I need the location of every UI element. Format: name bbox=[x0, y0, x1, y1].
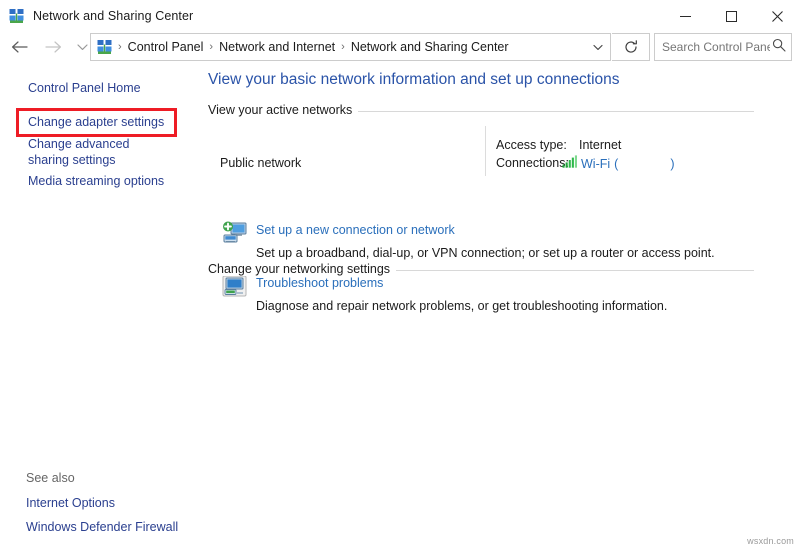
sidebar-item-internet-options[interactable]: Internet Options bbox=[26, 495, 115, 511]
window-controls bbox=[662, 0, 800, 32]
recent-locations-icon[interactable] bbox=[73, 35, 91, 59]
search-box[interactable] bbox=[654, 33, 792, 61]
breadcrumb-item-network-and-sharing-center[interactable]: Network and Sharing Center bbox=[347, 40, 513, 54]
title-bar: Network and Sharing Center bbox=[0, 0, 800, 32]
breadcrumb-separator: › bbox=[339, 41, 347, 53]
network-icon bbox=[9, 8, 25, 24]
access-type-label: Access type: bbox=[496, 138, 567, 152]
window-title: Network and Sharing Center bbox=[33, 9, 193, 23]
sidebar-item-windows-defender-firewall[interactable]: Windows Defender Firewall bbox=[26, 519, 178, 535]
breadcrumb-separator: › bbox=[207, 41, 215, 53]
troubleshoot-problems-link[interactable]: Troubleshoot problems bbox=[256, 276, 383, 290]
sidebar-item-change-adapter-settings[interactable]: Change adapter settings bbox=[28, 114, 164, 130]
chevron-down-icon[interactable] bbox=[585, 34, 610, 60]
refresh-button[interactable] bbox=[612, 33, 650, 61]
sidebar-item-media-streaming-options[interactable]: Media streaming options bbox=[28, 173, 164, 189]
vertical-divider bbox=[485, 126, 486, 176]
search-icon[interactable] bbox=[772, 38, 786, 57]
setup-new-connection-icon bbox=[222, 221, 248, 250]
wifi-ssid-redacted: ( ) bbox=[614, 157, 674, 171]
sidebar-item-control-panel-home[interactable]: Control Panel Home bbox=[28, 80, 141, 96]
page-title: View your basic network information and … bbox=[208, 71, 620, 89]
network-icon bbox=[97, 39, 113, 55]
back-arrow-icon[interactable] bbox=[7, 35, 31, 59]
main-pane: View your basic network information and … bbox=[200, 62, 800, 549]
content-area: Control Panel Home Change adapter settin… bbox=[0, 62, 800, 549]
watermark: wsxdn.com bbox=[747, 536, 794, 546]
breadcrumb[interactable]: › Control Panel › Network and Internet ›… bbox=[90, 33, 611, 61]
see-also-heading: See also bbox=[26, 471, 75, 485]
troubleshoot-problems-description: Diagnose and repair network problems, or… bbox=[256, 299, 667, 313]
forward-arrow-icon bbox=[41, 35, 65, 59]
section-heading-change-networking-settings: Change your networking settings bbox=[208, 262, 396, 276]
wifi-signal-icon bbox=[562, 155, 577, 173]
setup-new-connection-description: Set up a broadband, dial-up, or VPN conn… bbox=[256, 246, 715, 260]
connections-label: Connections: bbox=[496, 156, 569, 170]
breadcrumb-item-control-panel[interactable]: Control Panel bbox=[124, 40, 208, 54]
sidebar: Control Panel Home Change adapter settin… bbox=[0, 62, 200, 549]
minimize-button[interactable] bbox=[662, 0, 708, 32]
connection-entry[interactable]: Wi-Fi ( ) bbox=[562, 155, 675, 173]
section-heading-active-networks: View your active networks bbox=[208, 103, 358, 117]
breadcrumb-separator: › bbox=[116, 41, 124, 53]
access-type-value: Internet bbox=[579, 138, 621, 152]
breadcrumb-item-network-and-internet[interactable]: Network and Internet bbox=[215, 40, 339, 54]
sidebar-item-change-advanced-sharing-settings[interactable]: Change advanced sharing settings bbox=[28, 136, 168, 168]
close-button[interactable] bbox=[754, 0, 800, 32]
wifi-connection-link[interactable]: Wi-Fi bbox=[581, 157, 610, 171]
maximize-button[interactable] bbox=[708, 0, 754, 32]
active-network-name: Public network bbox=[220, 156, 301, 170]
setup-new-connection-link[interactable]: Set up a new connection or network bbox=[256, 223, 455, 237]
search-input[interactable] bbox=[662, 40, 770, 54]
troubleshoot-icon bbox=[222, 274, 248, 303]
network-sharing-center-window: Network and Sharing Center bbox=[0, 0, 800, 549]
